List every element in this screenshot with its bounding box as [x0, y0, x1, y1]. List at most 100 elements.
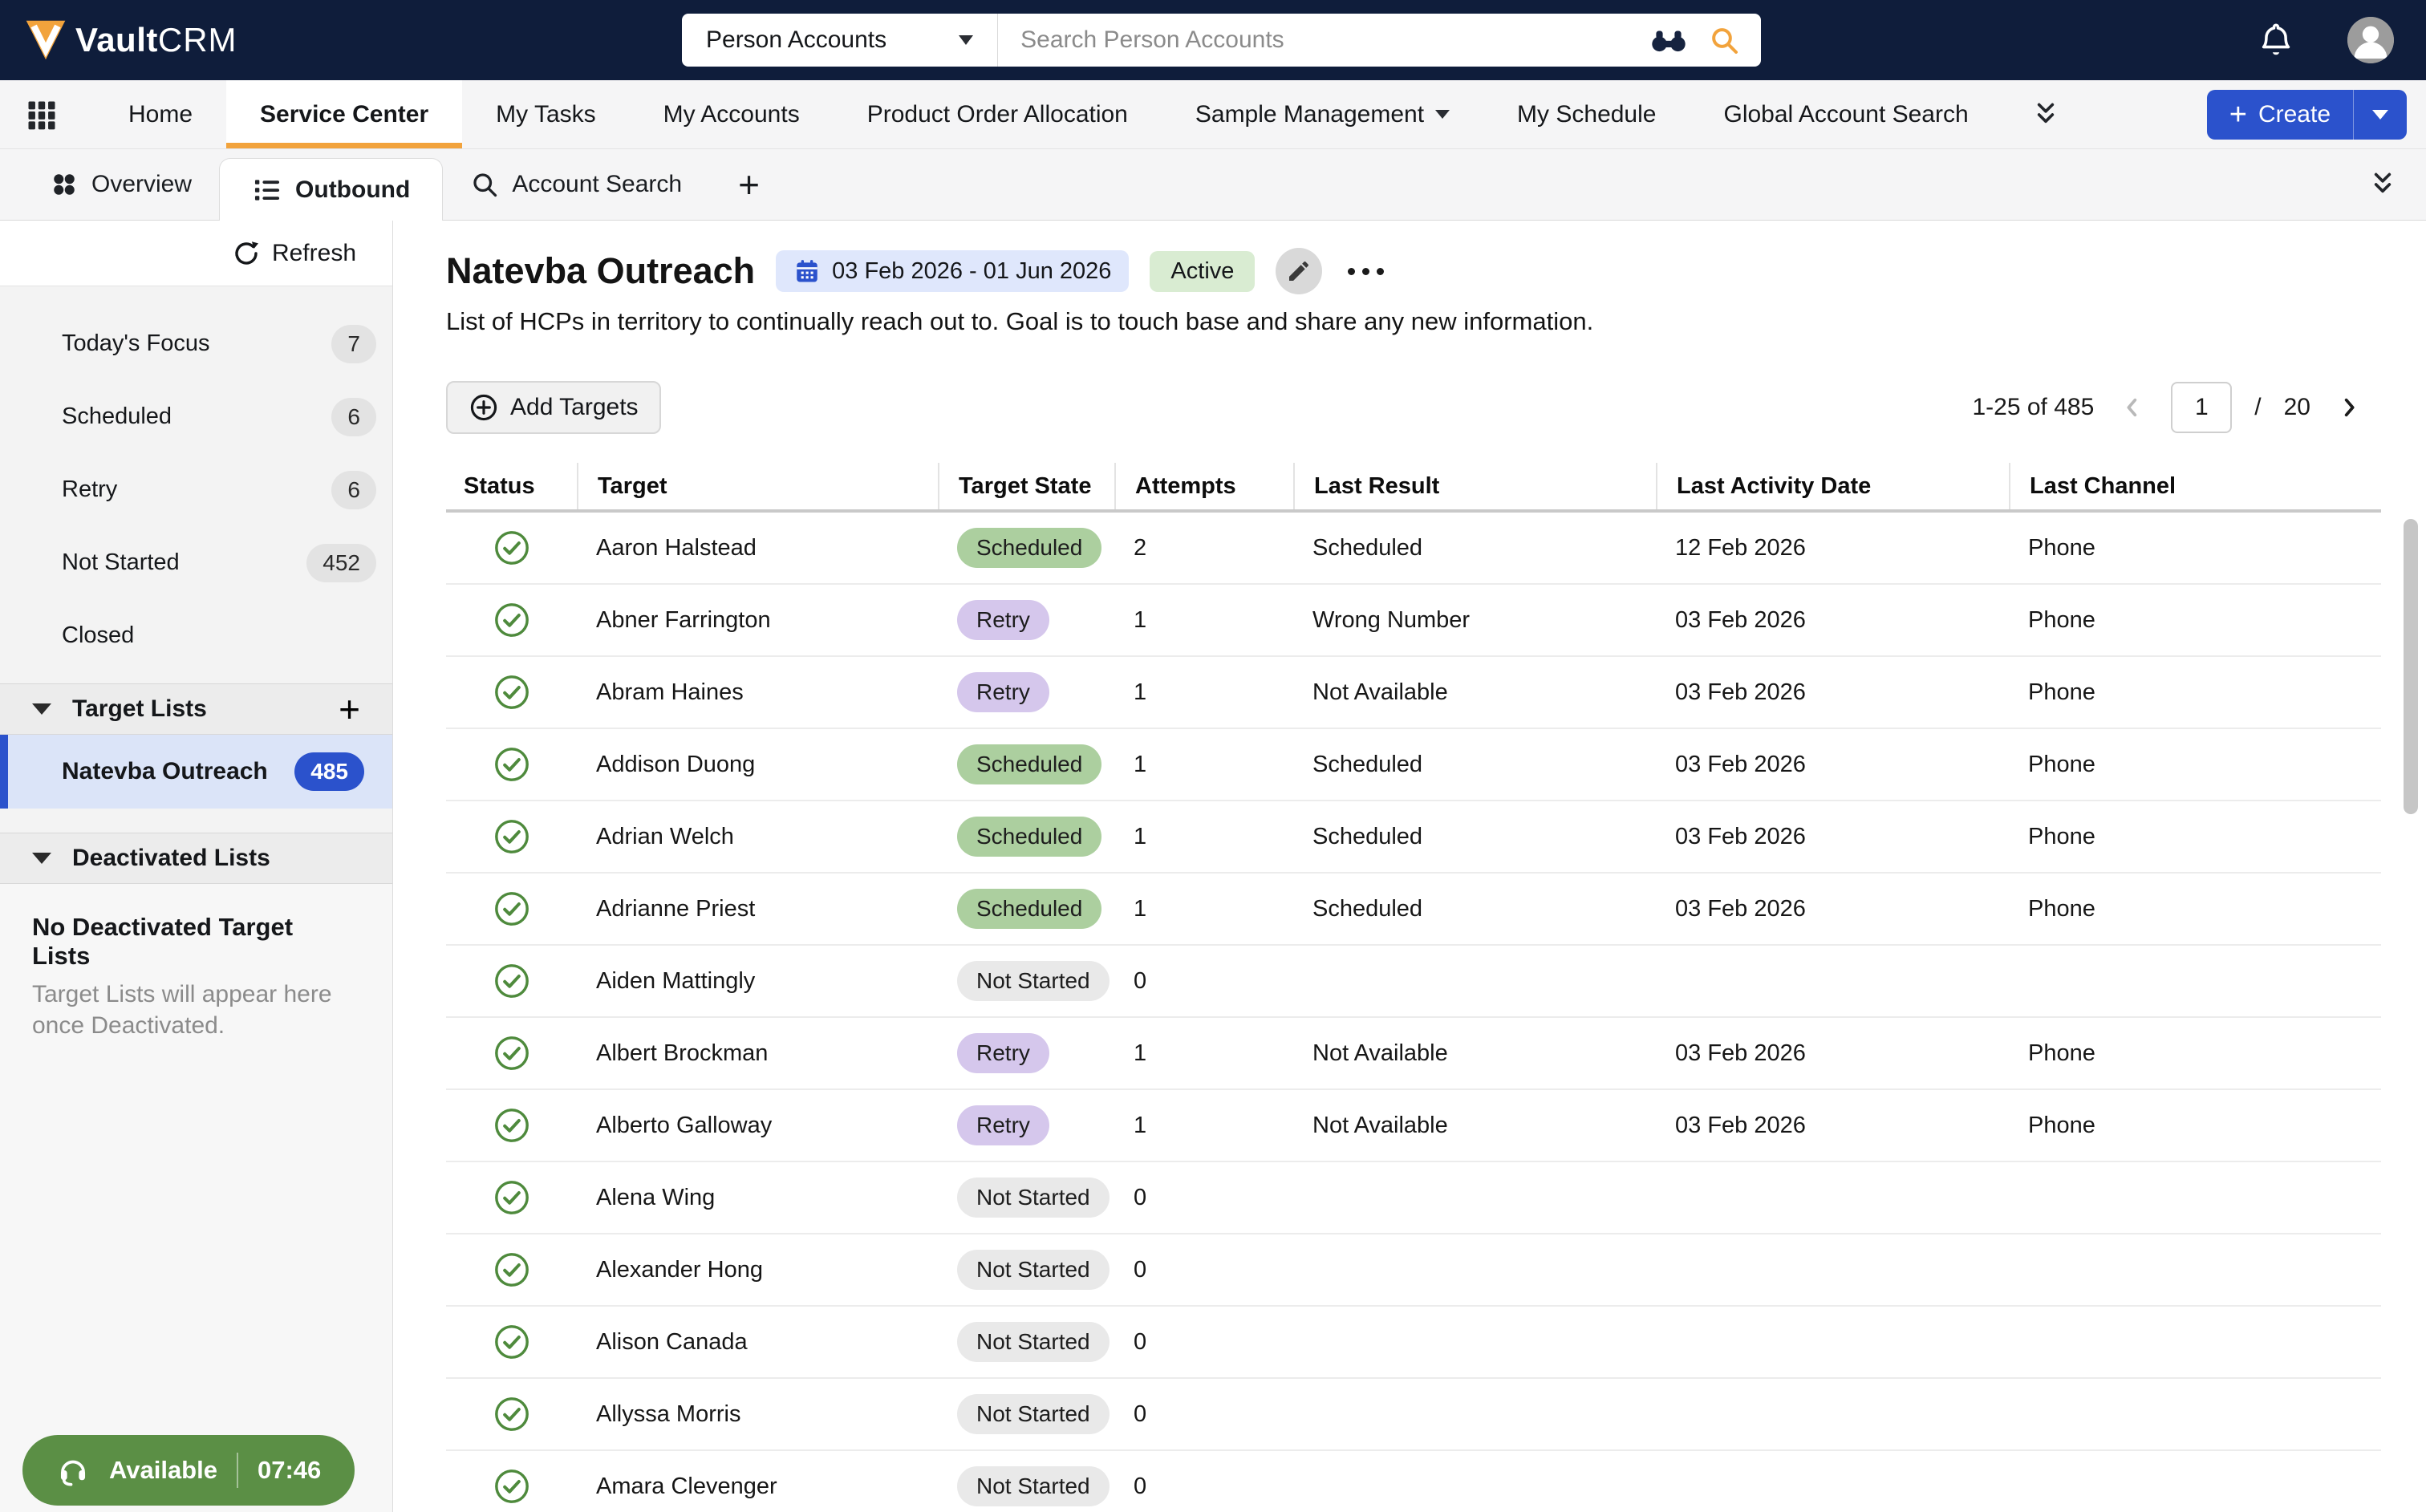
row-last-activity-date: 03 Feb 2026	[1656, 607, 2009, 634]
deactivated-lists-section-header[interactable]: Deactivated Lists	[0, 833, 392, 884]
column-header-attempts[interactable]: Attempts	[1114, 463, 1293, 509]
table-row[interactable]: Alberto Galloway Retry 1 Not Available 0…	[446, 1090, 2381, 1162]
create-dropdown-button[interactable]	[2354, 90, 2407, 140]
row-attempts: 2	[1114, 535, 1293, 561]
row-target-name[interactable]: Allyssa Morris	[577, 1401, 938, 1428]
row-target-name[interactable]: Amara Clevenger	[577, 1473, 938, 1500]
search-icon[interactable]	[1708, 24, 1740, 56]
tab-account-search[interactable]: Account Search	[443, 149, 709, 220]
tab-outbound[interactable]: Outbound	[219, 158, 443, 221]
vault-crm-logo[interactable]: VaultCRM	[24, 18, 237, 62]
nav-service-center[interactable]: Service Center	[226, 80, 462, 148]
table-row[interactable]: Abram Haines Retry 1 Not Available 03 Fe…	[446, 657, 2381, 729]
table-scrollbar-thumb[interactable]	[2404, 519, 2418, 814]
advanced-search-binoculars-icon[interactable]	[1650, 26, 1687, 54]
status-check-circle-icon	[493, 963, 530, 999]
filter-todays-focus[interactable]: Today's Focus 7	[0, 307, 392, 380]
column-header-last-result[interactable]: Last Result	[1293, 463, 1656, 509]
table-row[interactable]: Alexander Hong Not Started 0	[446, 1234, 2381, 1307]
nav-my-schedule[interactable]: My Schedule	[1483, 80, 1690, 148]
table-row[interactable]: Adrianne Priest Scheduled 1 Scheduled 03…	[446, 874, 2381, 946]
row-target-name[interactable]: Abner Farrington	[577, 607, 938, 634]
more-actions-button[interactable]	[1343, 260, 1389, 283]
column-header-last-activity-date[interactable]: Last Activity Date	[1656, 463, 2009, 509]
account-search-icon	[470, 170, 499, 199]
refresh-button[interactable]: Refresh	[232, 239, 356, 268]
row-target-state-pill: Retry	[957, 672, 1049, 712]
column-header-target-state[interactable]: Target State	[938, 463, 1114, 509]
filter-not-started[interactable]: Not Started 452	[0, 526, 392, 599]
filter-retry[interactable]: Retry 6	[0, 453, 392, 526]
table-row[interactable]: Alison Canada Not Started 0	[446, 1307, 2381, 1379]
filter-count-badge: 6	[331, 398, 376, 436]
nav-overflow-double-chevron-icon[interactable]	[2030, 99, 2062, 131]
row-target-state-pill: Scheduled	[957, 528, 1101, 568]
filter-count-badge: 452	[306, 544, 376, 582]
nav-product-order-allocation[interactable]: Product Order Allocation	[834, 80, 1162, 148]
row-target-name[interactable]: Alexander Hong	[577, 1257, 938, 1283]
filter-closed[interactable]: Closed	[0, 599, 392, 672]
add-target-list-button[interactable]: +	[339, 691, 360, 728]
table-row[interactable]: Allyssa Morris Not Started 0	[446, 1379, 2381, 1451]
presence-timer: 07:46	[258, 1456, 321, 1485]
row-target-name[interactable]: Albert Brockman	[577, 1040, 938, 1067]
table-row[interactable]: Abner Farrington Retry 1 Wrong Number 03…	[446, 585, 2381, 657]
nav-global-account-search[interactable]: Global Account Search	[1690, 80, 2002, 148]
row-target-name[interactable]: Aiden Mattingly	[577, 968, 938, 995]
row-target-name[interactable]: Abram Haines	[577, 679, 938, 706]
user-avatar[interactable]	[2347, 17, 2394, 63]
edit-button[interactable]	[1276, 248, 1322, 294]
nav-sample-management[interactable]: Sample Management	[1162, 80, 1483, 148]
table-row[interactable]: Aaron Halstead Scheduled 2 Scheduled 12 …	[446, 513, 2381, 585]
next-page-chevron-icon[interactable]	[2333, 391, 2365, 424]
nav-my-accounts[interactable]: My Accounts	[630, 80, 834, 148]
notifications-bell-icon[interactable]	[2256, 20, 2296, 60]
add-targets-button[interactable]: Add Targets	[446, 381, 661, 434]
target-list-item-natevba-outreach[interactable]: Natevba Outreach 485	[0, 735, 392, 809]
nav-my-tasks[interactable]: My Tasks	[462, 80, 629, 148]
search-input[interactable]	[998, 26, 1650, 54]
table-row[interactable]: Alena Wing Not Started 0	[446, 1162, 2381, 1234]
row-target-state-pill: Scheduled	[957, 817, 1101, 857]
date-range-pill[interactable]: 03 Feb 2026 - 01 Jun 2026	[776, 250, 1129, 292]
add-tab-button[interactable]: +	[738, 166, 760, 203]
table-row[interactable]: Addison Duong Scheduled 1 Scheduled 03 F…	[446, 729, 2381, 801]
page-number-input[interactable]	[2171, 382, 2232, 433]
column-header-status[interactable]: Status	[446, 463, 577, 509]
table-header-row: Status Target Target State Attempts Last…	[446, 463, 2381, 513]
row-target-name[interactable]: Alena Wing	[577, 1185, 938, 1211]
table-row[interactable]: Albert Brockman Retry 1 Not Available 03…	[446, 1018, 2381, 1090]
search-scope-dropdown[interactable]: Person Accounts	[682, 14, 997, 67]
collapse-tabs-double-chevron-icon[interactable]	[2367, 168, 2399, 201]
table-row[interactable]: Amara Clevenger Not Started 0	[446, 1451, 2381, 1512]
row-last-activity-date: 03 Feb 2026	[1656, 1040, 2009, 1067]
refresh-icon	[232, 239, 261, 268]
row-target-name[interactable]: Aaron Halstead	[577, 535, 938, 561]
filter-scheduled[interactable]: Scheduled 6	[0, 380, 392, 453]
section-caret-icon	[32, 703, 51, 715]
row-target-name[interactable]: Addison Duong	[577, 752, 938, 778]
row-target-name[interactable]: Alberto Galloway	[577, 1113, 938, 1139]
column-header-last-channel[interactable]: Last Channel	[2009, 463, 2381, 509]
filter-count-badge: 7	[331, 325, 376, 363]
nav-service-center-label: Service Center	[260, 101, 428, 128]
tab-overview[interactable]: Overview	[22, 149, 219, 220]
nav-home[interactable]: Home	[95, 80, 226, 148]
pagination: 1-25 of 485 / 20	[1972, 382, 2365, 433]
row-target-name[interactable]: Adrianne Priest	[577, 896, 938, 922]
pagination-range-label: 1-25 of 485	[1972, 394, 2094, 421]
nav-global-account-search-label: Global Account Search	[1723, 101, 1968, 128]
primary-navbar: Home Service Center My Tasks My Accounts…	[0, 80, 2426, 149]
table-row[interactable]: Adrian Welch Scheduled 1 Scheduled 03 Fe…	[446, 801, 2381, 874]
previous-page-chevron-icon[interactable]	[2116, 391, 2148, 424]
row-target-name[interactable]: Adrian Welch	[577, 824, 938, 850]
row-last-channel: Phone	[2009, 535, 2381, 561]
table-row[interactable]: Aiden Mattingly Not Started 0	[446, 946, 2381, 1018]
column-header-target[interactable]: Target	[577, 463, 938, 509]
row-last-activity-date: 03 Feb 2026	[1656, 752, 2009, 778]
create-button[interactable]: + Create	[2207, 90, 2353, 140]
availability-status-pill[interactable]: Available 07:46	[22, 1435, 355, 1506]
app-launcher-icon[interactable]	[24, 97, 59, 132]
row-target-name[interactable]: Alison Canada	[577, 1329, 938, 1356]
target-lists-section-header[interactable]: Target Lists +	[0, 683, 392, 735]
